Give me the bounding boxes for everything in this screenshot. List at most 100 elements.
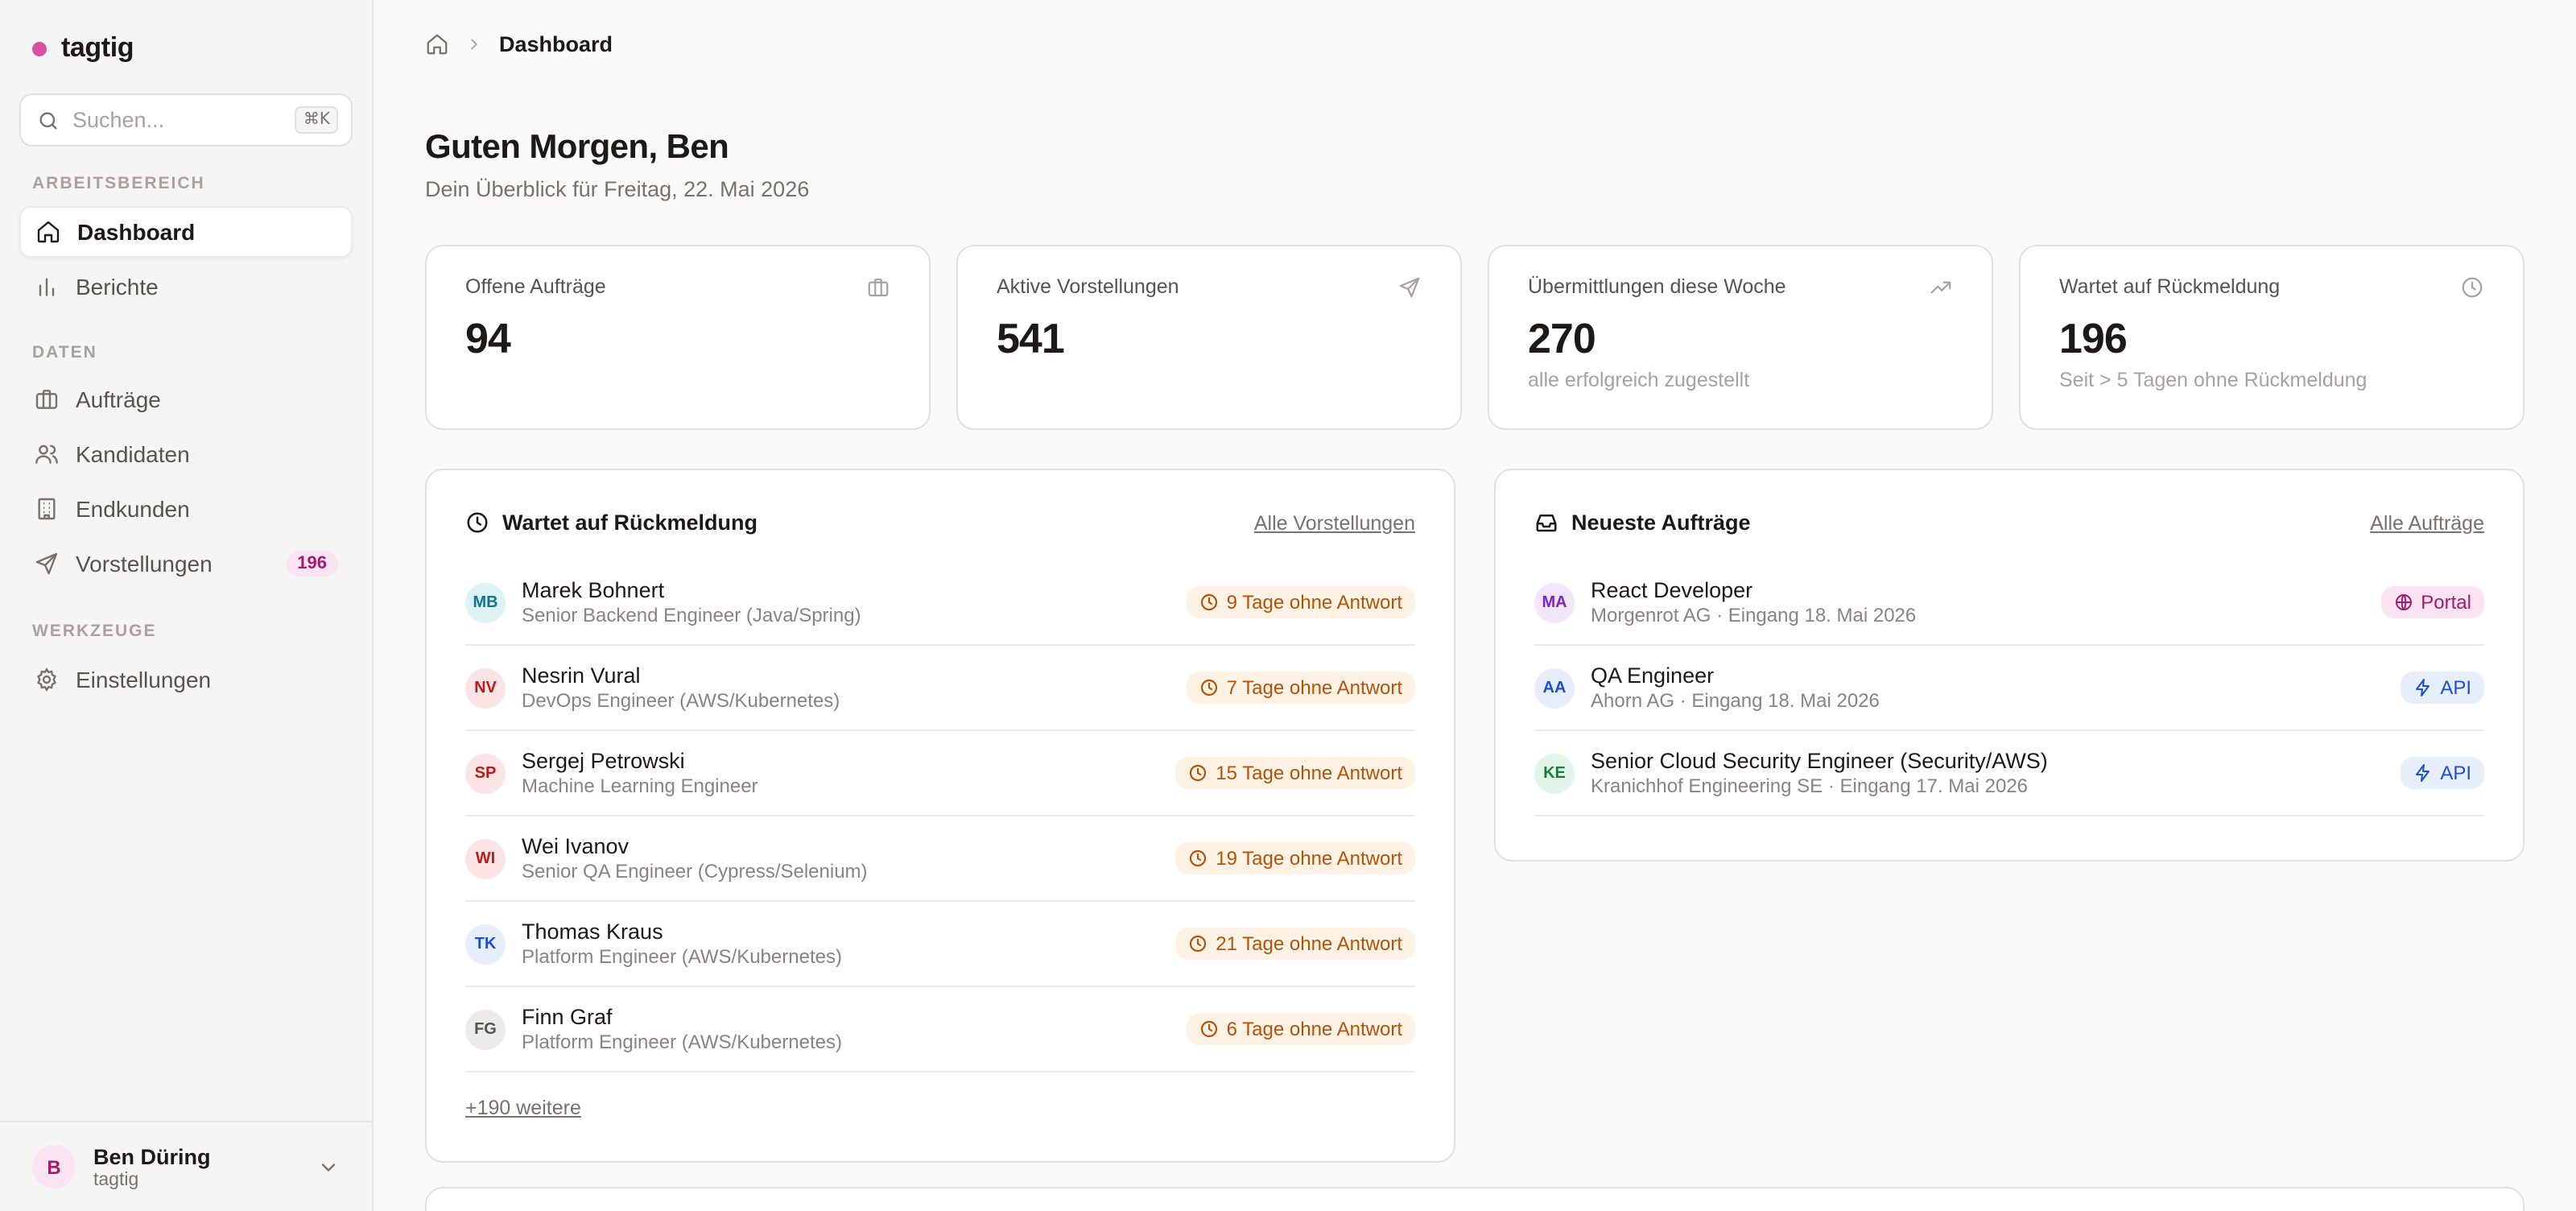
globe-icon [2395, 594, 2412, 610]
inbox-icon [1536, 515, 1557, 532]
bolt-icon [2415, 679, 2429, 696]
avatar: MB [465, 582, 506, 622]
stat-card-submissions-week[interactable]: Übermittlungen diese Woche 270 alle erfo… [1488, 245, 1993, 430]
status-text: 15 Tage ohne Antwort [1216, 762, 1402, 784]
page-title: Guten Morgen, Ben [425, 129, 729, 166]
sidebar-item-dashboard[interactable]: Dashboard [19, 206, 353, 258]
breadcrumb-current: Dashboard [499, 32, 613, 56]
user-org: tagtig [93, 1170, 139, 1189]
row-text: Thomas Kraus Platform Engineer (AWS/Kuber… [522, 920, 1159, 968]
section-label-data: Daten [32, 343, 97, 362]
chevron-down-icon[interactable] [317, 1155, 340, 1178]
brand[interactable]: tagtig [32, 32, 134, 64]
list-item[interactable]: NV Nesrin Vural DevOps Engineer (AWS/Kuber… [465, 646, 1415, 731]
send-icon [35, 552, 58, 575]
home-icon [37, 221, 60, 243]
candidate-role: Senior Backend Engineer (Java/Spring) [522, 604, 861, 626]
source-text: API [2440, 676, 2471, 699]
status-badge: 6 Tage ohne Antwort [1186, 1013, 1415, 1045]
row-text: React Developer Morgenrot AG · Eingang 18… [1591, 578, 2364, 626]
clock-icon [1200, 679, 1217, 696]
stat-label: Offene Aufträge [465, 275, 606, 298]
source-text: Portal [2421, 591, 2471, 614]
search-shortcut: ⌘K [295, 106, 338, 134]
stat-value: 196 [2059, 314, 2128, 362]
latest-orders-panel: Neueste Aufträge Alle Aufträge MA React D… [1494, 469, 2524, 862]
app-root: tagtig ⌘K Arbeitsbereich Dashboard Beric… [0, 0, 2576, 1211]
clock-icon [1200, 593, 1217, 611]
candidate-name: Sergej Petrowski [522, 749, 685, 773]
candidate-name: Finn Graf [522, 1005, 613, 1029]
sidebar-item-presentations[interactable]: Vorstellungen 196 [19, 538, 353, 589]
order-title: Senior Cloud Security Engineer (Security… [1591, 749, 2048, 773]
candidate-name: Marek Bohnert [522, 578, 665, 602]
list-item[interactable]: MA React Developer Morgenrot AG · Eingang … [1534, 560, 2484, 646]
order-title: QA Engineer [1591, 663, 1715, 688]
clock-icon [1190, 764, 1207, 782]
section-label-workspace: Arbeitsbereich [32, 174, 205, 193]
stat-label: Aktive Vorstellungen [997, 275, 1179, 298]
list-item[interactable]: KE Senior Cloud Security Engineer (Securi… [1534, 731, 2484, 816]
presentations-count-badge: 196 [286, 551, 338, 577]
stat-value: 541 [997, 314, 1065, 362]
clock-icon [467, 512, 488, 533]
sidebar-item-label: Dashboard [77, 219, 196, 245]
order-meta: Morgenrot AG · Eingang 18. Mai 2026 [1591, 604, 1917, 626]
all-orders-link[interactable]: Alle Aufträge [2370, 511, 2484, 534]
all-presentations-link[interactable]: Alle Vorstellungen [1254, 511, 1415, 534]
list-item[interactable]: WI Wei Ivanov Senior QA Engineer (Cypress/… [465, 816, 1415, 902]
list-item[interactable]: SP Sergej Petrowski Machine Learning Engin… [465, 731, 1415, 816]
search-icon [39, 111, 57, 129]
user-menu[interactable]: B Ben Düring tagtig [0, 1121, 372, 1211]
stat-value: 94 [465, 314, 511, 362]
more-link[interactable]: +190 weitere [465, 1097, 581, 1119]
bolt-icon [2415, 764, 2429, 782]
clock-icon [1200, 1020, 1217, 1038]
list-item[interactable]: FG Finn Graf Platform Engineer (AWS/Kubern… [465, 987, 1415, 1073]
panel-title: Wartet auf Rückmeldung [502, 510, 758, 535]
bar-chart-icon [39, 278, 55, 296]
home-icon[interactable] [425, 32, 449, 56]
list-item[interactable]: MB Marek Bohnert Senior Backend Engineer (… [465, 560, 1415, 646]
row-text: Nesrin Vural DevOps Engineer (AWS/Kuberne… [522, 663, 1170, 712]
user-name: Ben Düring [93, 1144, 211, 1168]
stat-note: alle erfolgreich zugestellt [1528, 369, 1750, 391]
sidebar-item-reports[interactable]: Berichte [19, 261, 353, 312]
stat-card-open-orders[interactable]: Offene Aufträge 94 [425, 245, 931, 430]
status-text: 19 Tage ohne Antwort [1216, 847, 1402, 870]
search-box[interactable]: ⌘K [19, 93, 353, 147]
list-item[interactable]: TK Thomas Kraus Platform Engineer (AWS/Kub… [465, 902, 1415, 987]
breadcrumb: Dashboard [425, 32, 613, 56]
stat-card-active-presentations[interactable]: Aktive Vorstellungen 541 [956, 245, 1462, 430]
candidate-name: Thomas Kraus [522, 920, 663, 944]
order-meta: Kranichhof Engineering SE · Eingang 17. … [1591, 775, 2029, 797]
sidebar-item-clients[interactable]: Endkunden [19, 483, 353, 535]
user-info: Ben Düring tagtig [93, 1144, 299, 1189]
clock-icon [1190, 849, 1207, 867]
avatar: TK [465, 924, 506, 964]
sidebar-item-label: Berichte [76, 274, 159, 300]
stat-label: Wartet auf Rückmeldung [2059, 275, 2281, 298]
source-badge: API [2400, 757, 2484, 789]
status-badge: 9 Tage ohne Antwort [1186, 586, 1415, 618]
stat-label: Übermittlungen diese Woche [1528, 275, 1786, 298]
avatar: FG [465, 1009, 506, 1049]
trending-up-icon [1930, 281, 1951, 294]
stat-card-awaiting-feedback[interactable]: Wartet auf Rückmeldung 196 Seit > 5 Tage… [2019, 245, 2524, 430]
chevron-right-icon [471, 39, 478, 50]
order-meta: Ahorn AG · Eingang 18. Mai 2026 [1591, 689, 1880, 712]
status-badge: 7 Tage ohne Antwort [1186, 672, 1415, 704]
row-text: Wei Ivanov Senior QA Engineer (Cypress/Se… [522, 834, 1159, 882]
candidate-role: Platform Engineer (AWS/Kubernetes) [522, 945, 842, 968]
list-item[interactable]: AA QA Engineer Ahorn AG · Eingang 18. Mai … [1534, 646, 2484, 731]
sidebar-item-settings[interactable]: Einstellungen [19, 654, 353, 705]
sidebar-item-orders[interactable]: Aufträge [19, 374, 353, 425]
status-text: 7 Tage ohne Antwort [1226, 676, 1402, 699]
section-label-tools: Werkzeuge [32, 622, 157, 641]
users-icon [35, 444, 58, 464]
sidebar-item-candidates[interactable]: Kandidaten [19, 428, 353, 480]
panel-title: Neueste Aufträge [1571, 510, 1751, 535]
send-icon [1399, 277, 1420, 298]
search-input[interactable] [72, 108, 283, 132]
status-text: 6 Tage ohne Antwort [1226, 1018, 1402, 1040]
